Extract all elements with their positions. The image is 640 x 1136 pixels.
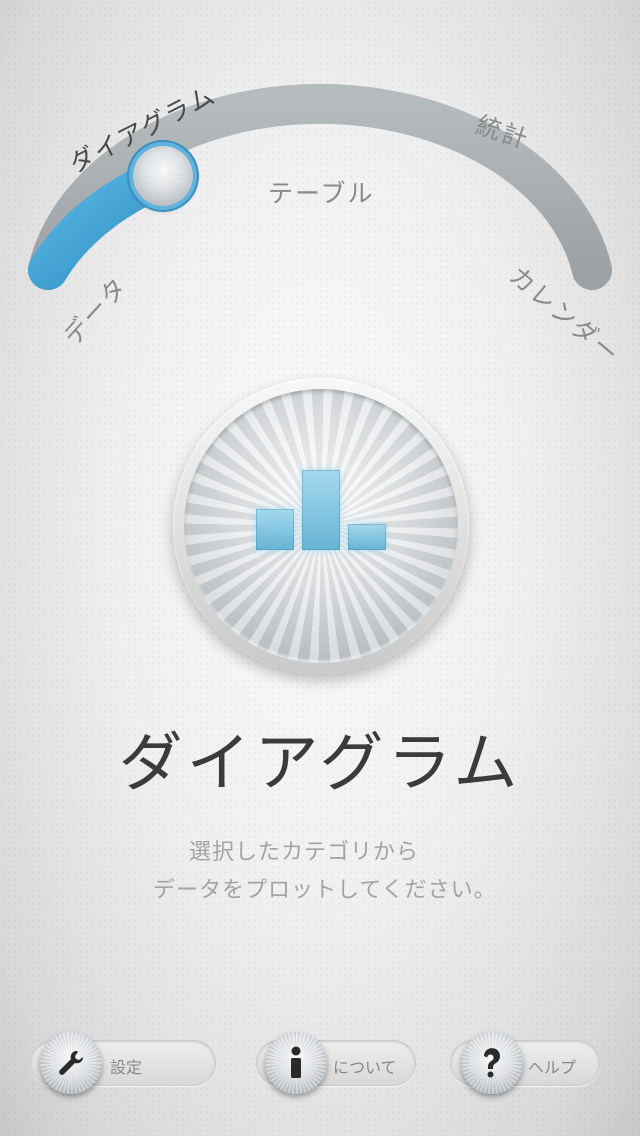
dial-knob[interactable]: [133, 146, 193, 206]
settings-label[interactable]: 設定: [110, 1054, 142, 1078]
help-label[interactable]: ヘルプ: [528, 1054, 576, 1078]
description-line-1: 選択したカテゴリから: [189, 840, 420, 865]
description-line-2: データをプロットしてください。: [153, 878, 497, 903]
question-icon[interactable]: [461, 1032, 523, 1094]
bar-chart-icon: [256, 470, 386, 550]
wrench-icon[interactable]: [40, 1032, 102, 1094]
dial-label-table[interactable]: テーブル: [268, 174, 375, 210]
page-title: ダイアグラム: [118, 727, 522, 801]
info-icon[interactable]: [265, 1032, 327, 1094]
about-label[interactable]: について: [333, 1054, 397, 1078]
